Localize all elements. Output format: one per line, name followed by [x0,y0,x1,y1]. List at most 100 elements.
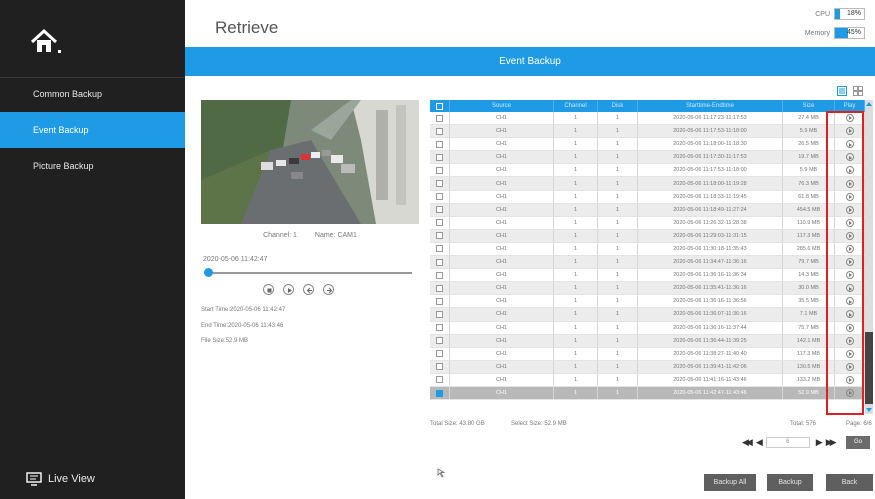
forward-button[interactable] [323,284,334,295]
row-checkbox[interactable] [436,350,443,358]
go-button[interactable]: Go [846,436,870,449]
time-cell: 2020-05-06 11:17:23-11:17:53 [638,112,783,125]
row-checkbox[interactable] [436,180,443,188]
row-select-cell [430,164,450,177]
table-scrollbar[interactable] [865,100,873,414]
table-row[interactable]: CH1 1 1 2020-05-06 11:34:47-11:36:16 79.7 MB [430,256,865,270]
time-cell: 2020-05-06 11:18:49-11:27:24 [638,203,783,216]
first-page-icon[interactable]: ◀◀ [742,437,753,448]
table-row[interactable]: CH1 1 1 2020-05-06 11:38:27-11:40:40 117.3 M… [430,347,865,361]
row-select-cell [430,386,450,400]
row-checkbox[interactable] [436,324,443,332]
slider-knob[interactable] [204,268,213,277]
scroll-down-icon[interactable] [866,408,872,412]
row-checkbox[interactable] [436,363,443,371]
disk-cell: 1 [598,151,638,164]
retrieve-screen: Common Backup Event Backup Picture Backu… [0,0,875,499]
back-button[interactable]: Back [826,474,873,491]
table-row[interactable]: CH1 1 1 2020-05-06 11:26:32-11:28:38 110.9 M… [430,216,865,230]
disk-cell: 1 [598,216,638,229]
channel-cell: 1 [554,216,598,229]
table-row[interactable]: CH1 1 1 2020-05-06 11:42:47-11:43:46 52.9 MB [430,386,865,401]
backup-all-button[interactable]: Backup All [704,474,756,491]
row-select-cell [430,321,450,334]
row-checkbox[interactable] [436,140,443,148]
row-checkbox[interactable] [436,245,443,253]
row-checkbox[interactable] [436,193,443,201]
live-view-button[interactable]: Live View [26,472,95,486]
column-header-disk: Disk [598,100,638,112]
row-select-cell [430,138,450,151]
row-checkbox[interactable] [436,297,443,305]
row-checkbox[interactable] [436,232,443,240]
play-button[interactable] [283,284,294,295]
playback-slider[interactable] [204,268,412,277]
row-checkbox[interactable] [436,114,443,122]
table-row[interactable]: CH1 1 1 2020-05-06 11:36:16-11:37:44 75.7 MB [430,321,865,335]
home-icon[interactable] [30,28,64,56]
table-row[interactable]: CH1 1 1 2020-05-06 11:18:33-11:19:45 61.8 MB [430,190,865,204]
row-checkbox[interactable] [436,284,443,292]
table-row[interactable]: CH1 1 1 2020-05-06 11:17:23-11:17:53 27.4 MB [430,112,865,126]
end-time-info: End Time:2020-05-06 11:43:46 [201,323,284,329]
table-row[interactable]: CH1 1 1 2020-05-06 11:36:16-11:36:34 14.3 MB [430,269,865,283]
table-row[interactable]: CH1 1 1 2020-05-06 11:18:00-11:18:30 26.5 MB [430,138,865,152]
row-checkbox[interactable] [436,310,443,318]
rewind-button[interactable] [303,284,314,295]
channel-cell: 1 [554,256,598,269]
page-input[interactable]: 6 [765,437,810,448]
list-view-icon[interactable] [837,83,847,96]
row-checkbox[interactable] [436,271,443,279]
row-checkbox[interactable] [436,219,443,227]
row-checkbox[interactable] [436,258,443,266]
backup-button[interactable]: Backup [767,474,813,491]
table-row[interactable]: CH1 1 1 2020-05-06 11:18:49-11:27:24 454.5 M… [430,203,865,217]
video-preview[interactable] [201,100,419,224]
table-row[interactable]: CH1 1 1 2020-05-06 11:17:53-11:18:00 5.9 MB [430,125,865,139]
table-row[interactable]: CH1 1 1 2020-05-06 11:30:18-11:35:43 285.6 M… [430,242,865,257]
channel-cell: 1 [554,112,598,125]
row-checkbox[interactable] [436,153,443,161]
camera-frame-image [201,100,419,224]
sidebar-item-event-backup[interactable]: Event Backup [0,112,185,148]
scroll-up-icon[interactable] [866,102,872,106]
row-checkbox[interactable] [436,127,443,135]
grid-view-icon[interactable] [853,83,863,96]
table-row[interactable]: CH1 1 1 2020-05-06 11:41:16-11:43:46 133.2 M… [430,373,865,387]
disk-cell: 1 [598,242,638,256]
channel-cell: 1 [554,360,598,373]
row-select-cell [430,177,450,190]
time-cell: 2020-05-06 11:38:27-11:40:40 [638,347,783,360]
start-time-info: Start Time:2020-05-06 11:42:47 [201,307,286,313]
disk-cell: 1 [598,269,638,282]
table-row[interactable]: CH1 1 1 2020-05-06 11:36:44-11:39:25 142.1 M… [430,334,865,348]
table-row[interactable]: CH1 1 1 2020-05-06 11:36:16-11:36:56 35.5 MB [430,295,865,309]
source-cell: CH1 [450,242,554,256]
row-checkbox[interactable] [436,206,443,214]
table-row[interactable]: CH1 1 1 2020-05-06 11:39:41-11:42:06 130.5 M… [430,360,865,374]
table-row[interactable]: CH1 1 1 2020-05-06 11:29:03-11:31:15 117.3 M… [430,229,865,243]
stop-button[interactable] [263,284,274,295]
table-row[interactable]: CH1 1 1 2020-05-06 11:18:00-11:19:28 76.3 MB [430,177,865,191]
table-row[interactable]: CH1 1 1 2020-05-06 11:17:30-11:17:53 19.7 MB [430,151,865,165]
select-all-checkbox[interactable] [436,102,443,110]
last-page-icon[interactable]: ▶▶ [826,437,837,448]
channel-cell: 1 [554,347,598,360]
memory-label: Memory [804,29,830,37]
row-checkbox[interactable] [436,337,443,345]
next-page-icon[interactable]: ▶ [816,437,823,448]
sidebar-item-common-backup[interactable]: Common Backup [0,76,185,112]
channel-cell: 1 [554,295,598,308]
row-checkbox[interactable] [436,166,443,174]
sidebar-item-picture-backup[interactable]: Picture Backup [0,148,185,184]
channel-cell: 1 [554,242,598,256]
cpu-label: CPU [815,10,830,18]
table-row[interactable]: CH1 1 1 2020-05-06 11:35:41-11:36:16 30.0 MB [430,282,865,296]
prev-page-icon[interactable]: ◀ [756,437,763,448]
table-row[interactable]: CH1 1 1 2020-05-06 11:36:07-11:36:16 7.1 MB [430,308,865,322]
row-checkbox[interactable] [436,376,443,384]
source-cell: CH1 [450,138,554,151]
table-row[interactable]: CH1 1 1 2020-05-06 11:17:53-11:18:00 5.9 MB [430,164,865,178]
row-checkbox[interactable] [436,389,443,397]
scroll-thumb[interactable] [865,332,873,404]
